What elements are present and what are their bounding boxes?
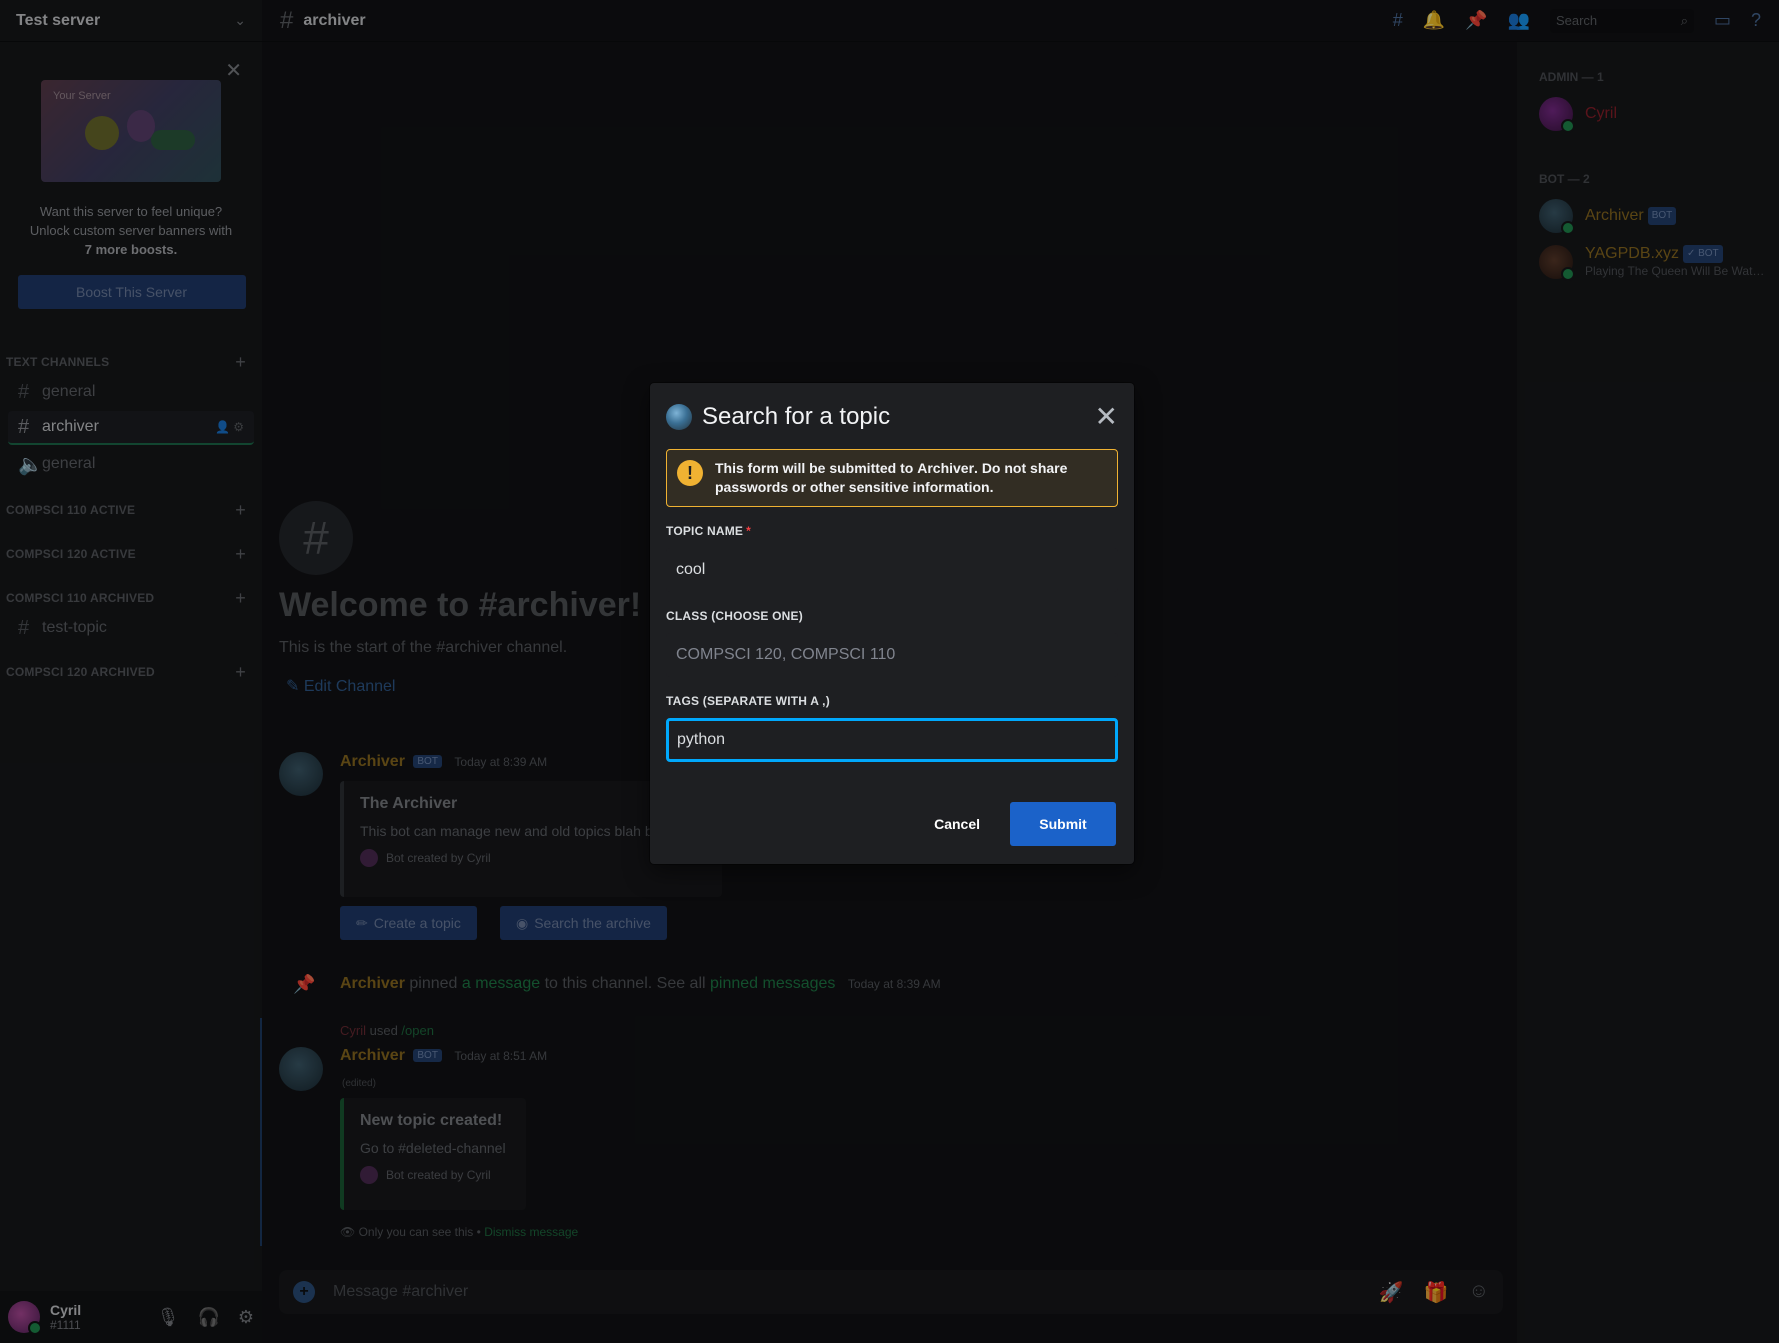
- warning-icon: !: [677, 460, 703, 486]
- required-asterisk: *: [746, 524, 751, 538]
- topic-name-input[interactable]: cool: [666, 548, 1118, 592]
- field-label-topic-name: TOPIC NAME *: [666, 524, 751, 538]
- field-label-tags: TAGS (SEPARATE WITH A ,): [666, 694, 830, 708]
- modal-header: Search for a topic ✕: [666, 401, 1118, 433]
- modal-title: Search for a topic: [702, 403, 891, 430]
- field-label-class: CLASS (CHOOSE ONE): [666, 609, 803, 623]
- app-logo-icon: [666, 404, 692, 430]
- warning-text: This form will be submitted to Archiver.…: [715, 460, 1068, 495]
- close-icon[interactable]: ✕: [1095, 403, 1118, 431]
- class-input[interactable]: COMPSCI 120, COMPSCI 110: [666, 633, 1118, 677]
- modal-footer: Cancel Submit: [918, 802, 1116, 846]
- tags-input[interactable]: python: [666, 718, 1118, 762]
- warning-banner: ! This form will be submitted to Archive…: [666, 449, 1118, 507]
- submit-button[interactable]: Submit: [1010, 802, 1116, 846]
- cancel-button[interactable]: Cancel: [918, 802, 996, 846]
- search-topic-modal: Search for a topic ✕ ! This form will be…: [650, 383, 1134, 864]
